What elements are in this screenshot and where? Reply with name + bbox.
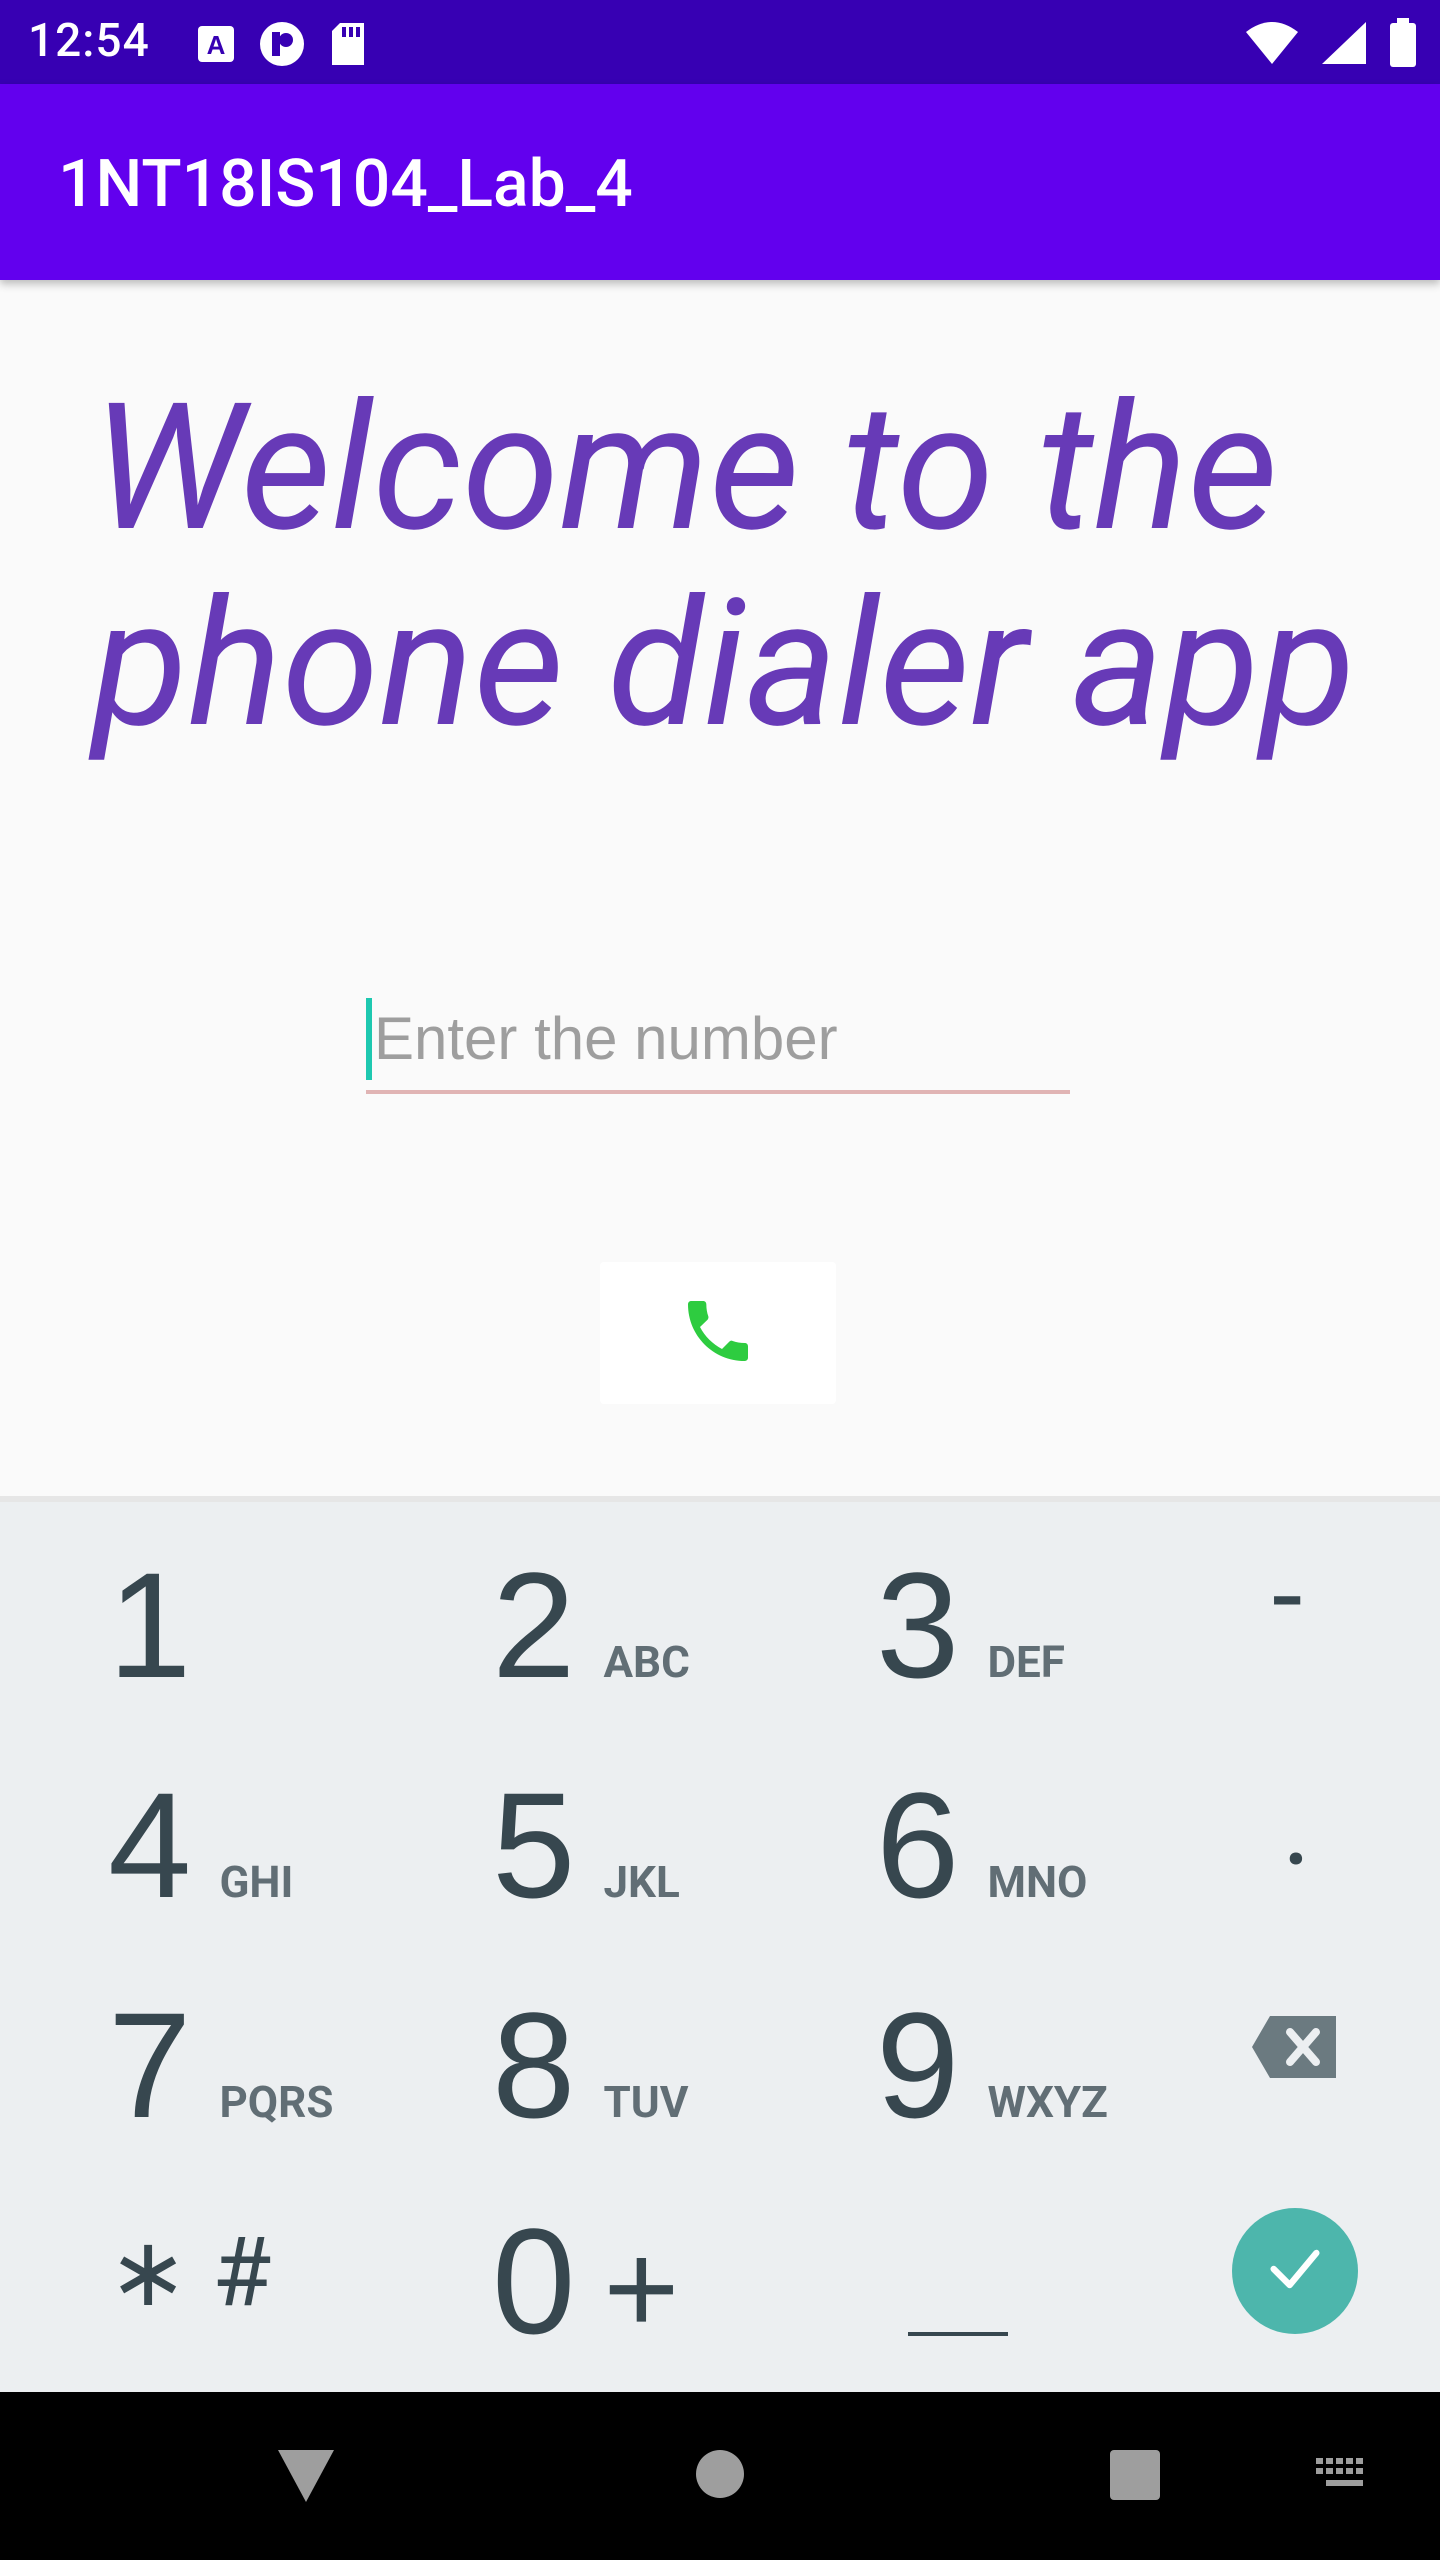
- key-0[interactable]: 0 +: [492, 2206, 679, 2363]
- space-key[interactable]: [908, 2332, 1008, 2336]
- key-3[interactable]: 3 DEF: [876, 1550, 1065, 1700]
- nav-bar: [0, 2392, 1440, 2560]
- numeric-keyboard: 1 2 ABC 3 DEF - 4 GHI 5 JKL 6 MNO . 7 PQ…: [0, 1496, 1440, 2398]
- app-bar: 1NT18IS104_Lab_4: [0, 84, 1440, 280]
- key-4[interactable]: 4 GHI: [108, 1770, 293, 1920]
- backspace-key[interactable]: [1250, 2014, 1340, 2084]
- number-input-placeholder: Enter the number: [374, 1005, 838, 1072]
- status-time: 12:54: [28, 14, 150, 68]
- key-8[interactable]: 8 TUV: [492, 1990, 688, 2140]
- p-circle-icon: [258, 20, 306, 72]
- keyboard-icon[interactable]: [1316, 2458, 1372, 2498]
- welcome-heading: Welcome to the phone dialer app: [92, 365, 1356, 767]
- wifi-icon: [1244, 20, 1300, 70]
- signal-icon: [1320, 20, 1368, 70]
- a-box-icon: A: [196, 24, 236, 68]
- key-dot[interactable]: .: [1282, 1772, 1311, 1882]
- key-2[interactable]: 2 ABC: [492, 1550, 690, 1700]
- recents-icon[interactable]: [1108, 2448, 1162, 2506]
- backspace-icon: [1250, 2016, 1340, 2084]
- key-6[interactable]: 6 MNO: [876, 1770, 1087, 1920]
- phone-icon: [678, 1291, 758, 1375]
- number-input[interactable]: Enter the number: [366, 990, 1070, 1094]
- status-bar: 12:54 A: [0, 0, 1440, 84]
- battery-icon: [1388, 18, 1418, 72]
- app-title: 1NT18IS104_Lab_4: [58, 146, 633, 223]
- checkmark-icon: [1263, 2237, 1327, 2305]
- key-1[interactable]: 1: [108, 1550, 191, 1700]
- text-cursor: [366, 998, 372, 1080]
- key-7[interactable]: 7 PQRS: [108, 1990, 333, 2140]
- key-5[interactable]: 5 JKL: [492, 1770, 680, 1920]
- key-9[interactable]: 9 WXYZ: [876, 1990, 1108, 2140]
- key-star-hash[interactable]: ∗ #: [108, 2218, 271, 2328]
- home-icon[interactable]: [694, 2448, 746, 2504]
- svg-text:A: A: [207, 30, 226, 60]
- done-button[interactable]: [1232, 2208, 1358, 2334]
- back-icon[interactable]: [276, 2448, 336, 2508]
- key-dash[interactable]: -: [1272, 1542, 1302, 1652]
- call-button[interactable]: [600, 1262, 836, 1404]
- sd-card-icon: [328, 21, 368, 71]
